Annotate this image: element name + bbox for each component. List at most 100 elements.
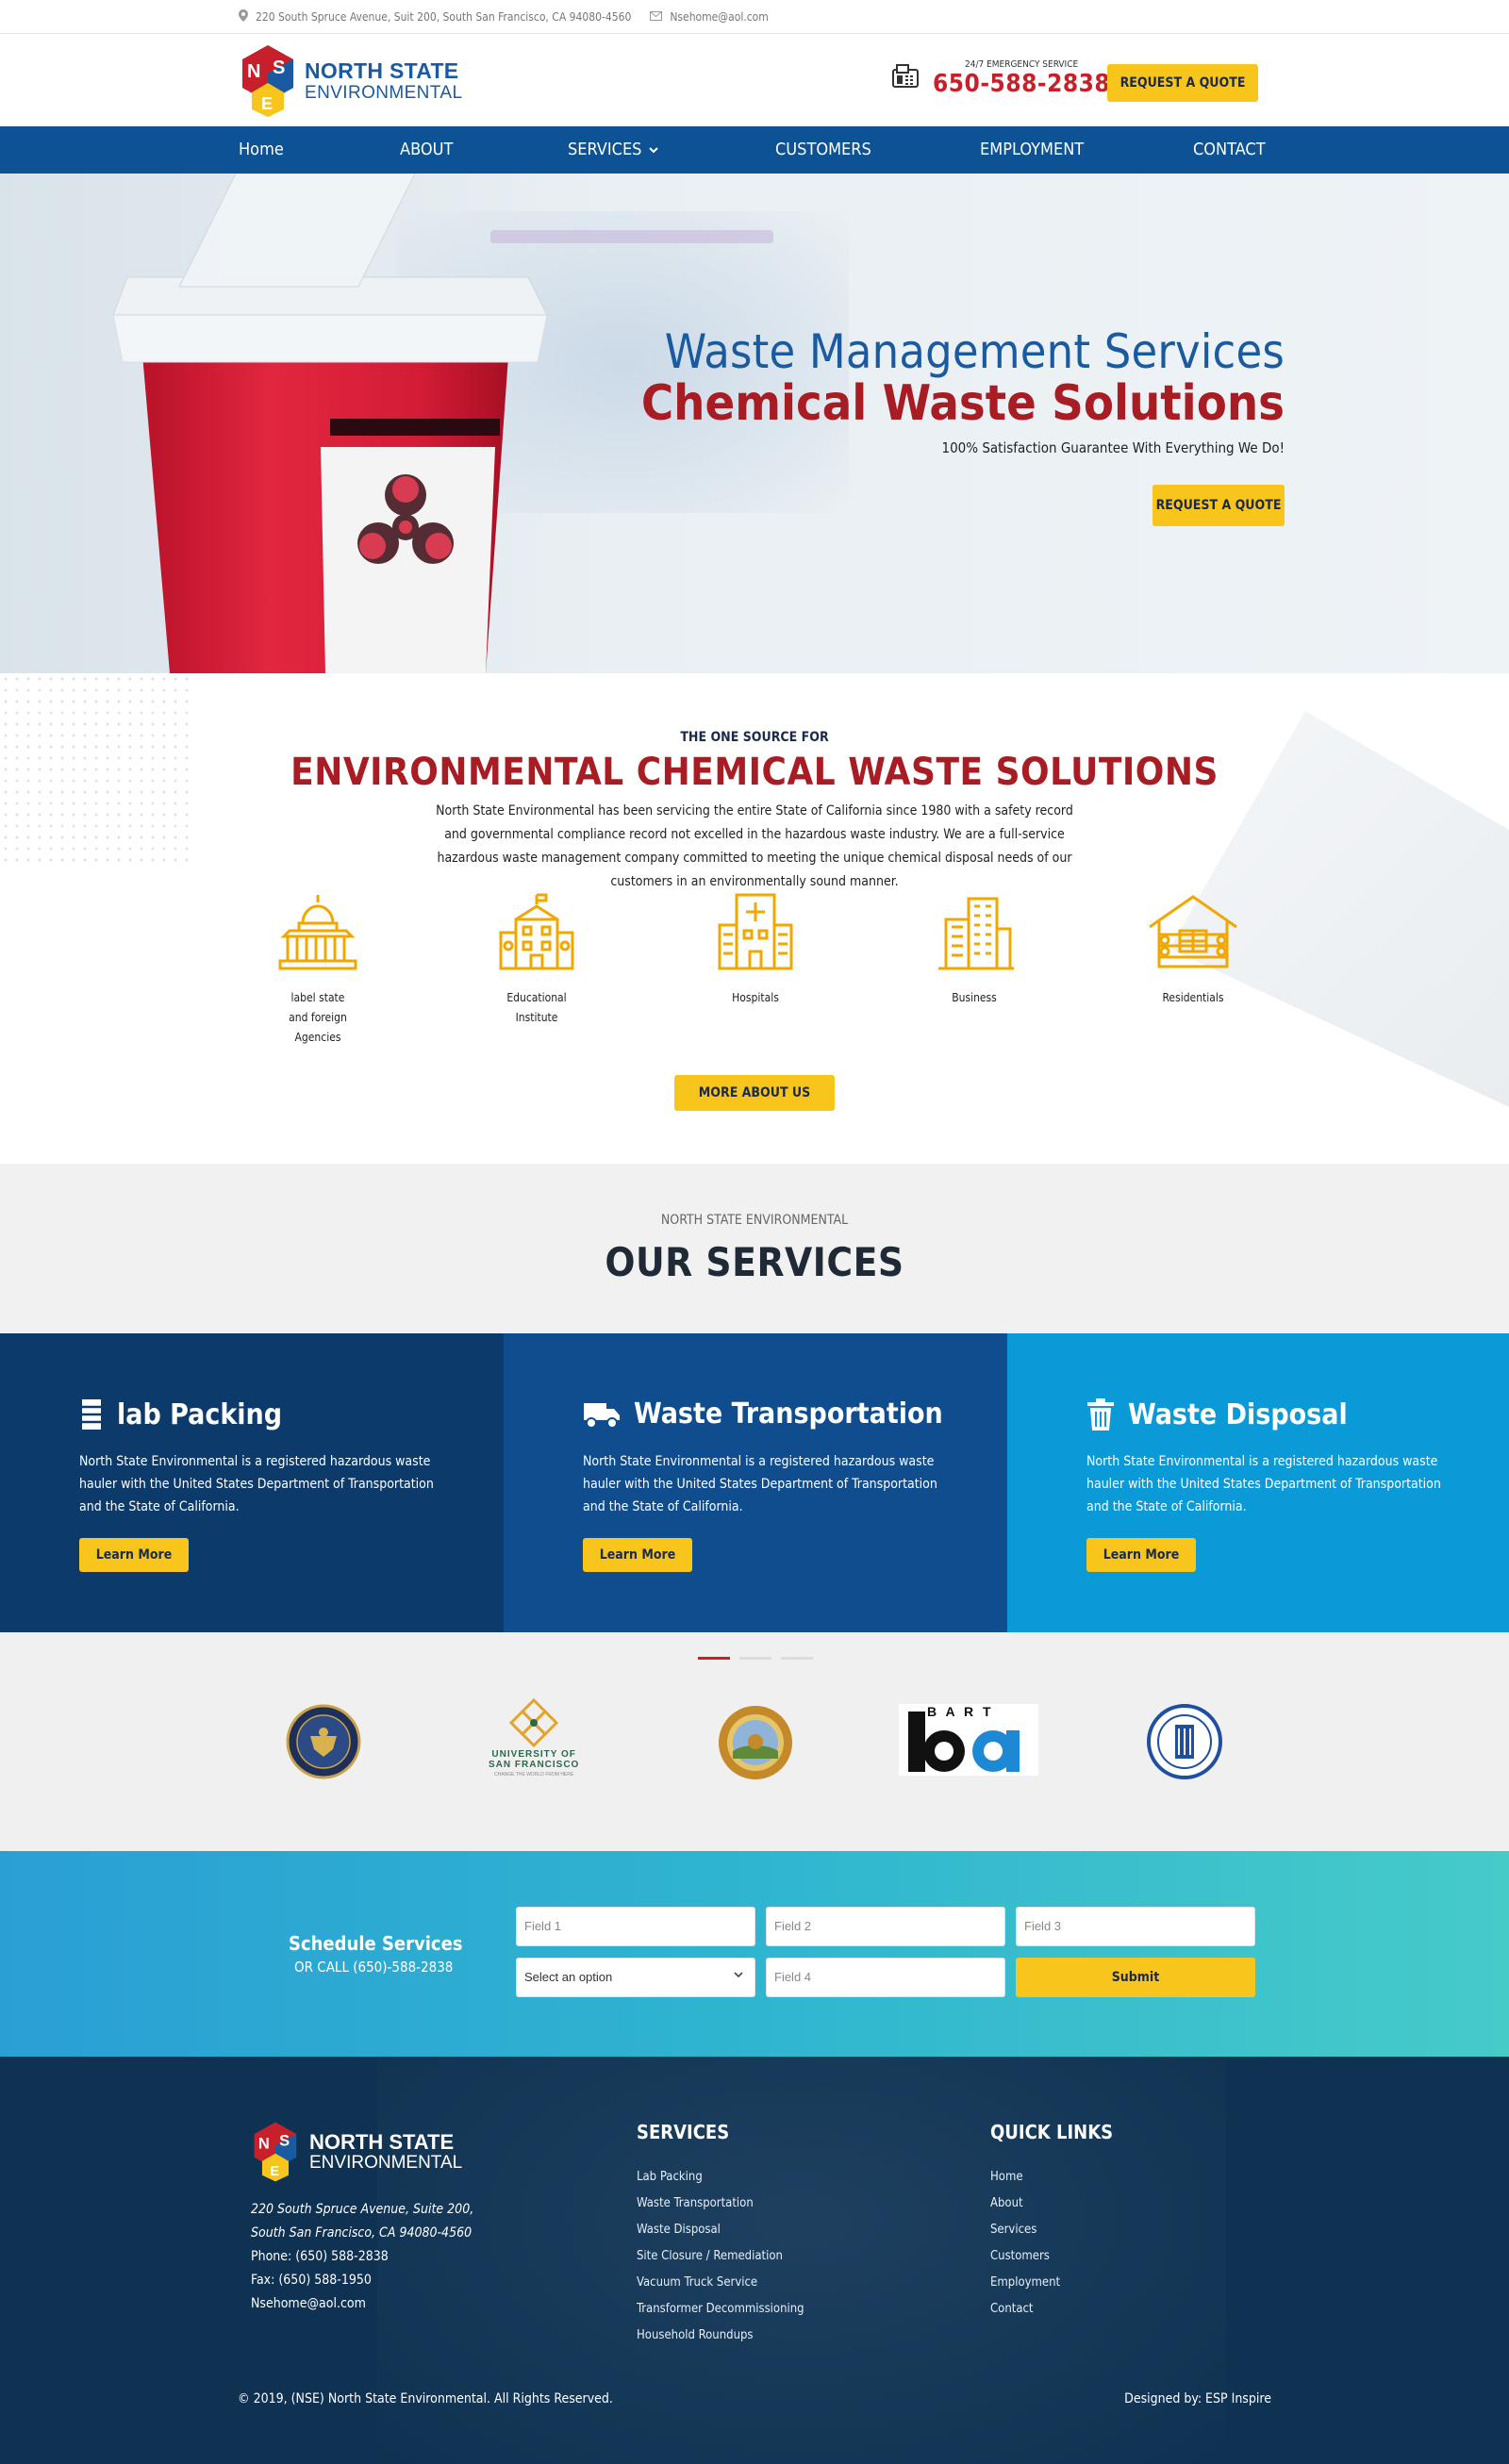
field-3-input[interactable]: Field 3	[1016, 1907, 1255, 1946]
field-4-input[interactable]: Field 4	[766, 1958, 1005, 1997]
feature-label-line: Hospitals	[732, 991, 779, 1004]
hero-text: Waste Management Services Chemical Waste…	[641, 324, 1285, 456]
capitol-icon	[252, 886, 384, 977]
learn-more-button[interactable]: Learn More	[1086, 1538, 1196, 1572]
nav-employment[interactable]: EMPLOYMENT	[980, 126, 1084, 174]
brand-name-line1: NORTH STATE	[305, 58, 459, 83]
field-1-input[interactable]: Field 1	[516, 1907, 755, 1946]
footer-services-column: SERVICES Lab Packing Waste Transportatio…	[637, 2121, 804, 2349]
footer-link[interactable]: Site Closure / Remediation	[637, 2243, 804, 2270]
learn-more-button[interactable]: Learn More	[79, 1538, 189, 1572]
footer-phone[interactable]: Phone: (650) 588-2838	[251, 2245, 473, 2269]
nav-home[interactable]: Home	[239, 126, 284, 174]
site-logo[interactable]: N S E NORTH STATE ENVIRONMENTAL	[239, 43, 462, 119]
hero-title-1: Waste Management Services	[664, 324, 1285, 379]
svg-text:N: N	[247, 61, 260, 82]
hero-request-quote-button[interactable]: REQUEST A QUOTE	[1152, 485, 1285, 526]
svg-text:S: S	[279, 2132, 290, 2149]
hero-tagline: 100% Satisfaction Guarantee With Everyth…	[941, 439, 1285, 456]
nav-contact[interactable]: CONTACT	[1193, 126, 1266, 174]
service-card-waste-disposal: Waste Disposal North State Environmental…	[1007, 1333, 1509, 1632]
usf-name-line2: SAN FRANCISCO	[489, 1760, 580, 1770]
about-section: THE ONE SOURCE FOR ENVIRONMENTAL CHEMICA…	[0, 673, 1509, 1164]
field-1-placeholder: Field 1	[524, 1919, 562, 1933]
field-2-input[interactable]: Field 2	[766, 1907, 1005, 1946]
footer-link[interactable]: Customers	[990, 2243, 1113, 2270]
emergency-phone[interactable]: 650-588-2838	[933, 70, 1110, 98]
va-seal-logo	[286, 1704, 361, 1779]
footer-links-heading: QUICK LINKS	[990, 2121, 1114, 2143]
office-building-icon	[908, 886, 1040, 977]
service-card-text: North State Environmental is a registere…	[1086, 1454, 1441, 1514]
footer-brand-line2: ENVIRONMENTAL	[309, 2153, 463, 2173]
footer-link[interactable]: Services	[990, 2217, 1113, 2243]
service-card-waste-transportation: Waste Transportation North State Environ…	[504, 1333, 1007, 1632]
about-kicker: THE ONE SOURCE FOR	[680, 730, 829, 745]
footer-link[interactable]: Household Roundups	[637, 2323, 804, 2349]
option-select[interactable]: Select an option	[516, 1958, 755, 1997]
footer-link[interactable]: Waste Transportation	[637, 2191, 804, 2217]
site-footer: N S E NORTH STATE ENVIRONMENTAL 220 Sout…	[0, 2057, 1509, 2464]
schedule-call[interactable]: OR CALL (650)-588-2838	[294, 1959, 453, 1976]
svg-text:S: S	[273, 58, 285, 78]
pager-dot[interactable]	[781, 1657, 813, 1660]
hero-banner: Waste Management Services Chemical Waste…	[0, 174, 1509, 673]
usf-tagline: CHANGE THE WORLD FROM HERE	[494, 1772, 574, 1778]
fax-phone-icon	[891, 64, 920, 93]
brand-name-line2: ENVIRONMENTAL	[305, 83, 463, 103]
designer-credit[interactable]: Designed by: ESP Inspire	[1124, 2391, 1271, 2406]
truck-icon	[584, 1402, 620, 1429]
footer-link[interactable]: About	[990, 2191, 1113, 2217]
field-4-placeholder: Field 4	[774, 1970, 812, 1984]
footer-link[interactable]: Employment	[990, 2270, 1113, 2296]
feature-education: Educational Institute	[471, 886, 603, 1028]
nav-about[interactable]: ABOUT	[400, 126, 453, 174]
feature-business: Business	[908, 886, 1040, 1008]
top-info-bar: 220 South Spruce Avenue, Suit 200, South…	[0, 0, 1509, 34]
email-item[interactable]: Nsehome@aol.com	[650, 10, 769, 24]
pager-dot[interactable]	[739, 1657, 771, 1660]
header-request-quote-button[interactable]: REQUEST A QUOTE	[1107, 64, 1258, 102]
footer-link[interactable]: Vacuum Truck Service	[637, 2270, 804, 2296]
footer-link[interactable]: Waste Disposal	[637, 2217, 804, 2243]
lacc-seal-logo	[1147, 1704, 1222, 1779]
usf-logo: UNIVERSITY OF SAN FRANCISCO CHANGE THE W…	[489, 1698, 579, 1778]
copyright-text: © 2019, (NSE) North State Environmental.…	[238, 2391, 613, 2406]
footer-link[interactable]: Contact	[990, 2296, 1113, 2323]
nav-services[interactable]: SERVICES	[568, 126, 659, 174]
service-card-text: North State Environmental is a registere…	[79, 1454, 434, 1514]
hero-title-2: Chemical Waste Solutions	[640, 375, 1285, 432]
service-card-title: Waste Disposal	[1128, 1397, 1348, 1431]
footer-link[interactable]: Home	[990, 2164, 1113, 2191]
footer-link[interactable]: Lab Packing	[637, 2164, 804, 2191]
site-header: N S E NORTH STATE ENVIRONMENTAL 24/7 EME…	[0, 34, 1509, 126]
feature-label-line: Agencies	[294, 1031, 341, 1044]
footer-address-1: 220 South Spruce Avenue, Suite 200,	[251, 2202, 474, 2217]
learn-more-button[interactable]: Learn More	[583, 1538, 692, 1572]
nav-customers[interactable]: CUSTOMERS	[775, 126, 871, 174]
carousel-pager	[698, 1657, 813, 1660]
schedule-title: Schedule Services	[289, 1932, 463, 1955]
chevron-down-icon	[649, 146, 659, 153]
footer-quick-links-column: QUICK LINKS Home About Services Customer…	[990, 2121, 1113, 2323]
nse-logo-mark-icon: N S E	[254, 2122, 297, 2182]
field-2-placeholder: Field 2	[774, 1919, 812, 1933]
more-about-us-button[interactable]: MORE ABOUT US	[674, 1075, 835, 1111]
feature-hospitals: Hospitals	[689, 886, 821, 1008]
house-icon	[1127, 886, 1259, 977]
pager-dot[interactable]	[698, 1657, 730, 1660]
footer-link[interactable]: Transformer Decommissioning	[637, 2296, 804, 2323]
usf-name-line1: UNIVERSITY OF	[491, 1749, 576, 1760]
submit-button[interactable]: Submit	[1016, 1958, 1255, 1997]
services-heading: OUR SERVICES	[605, 1239, 904, 1285]
address-item: 220 South Spruce Avenue, Suit 200, South…	[239, 9, 631, 25]
footer-email[interactable]: Nsehome@aol.com	[251, 2292, 473, 2316]
footer-services-heading: SERVICES	[637, 2121, 730, 2143]
partner-logos-carousel: UNIVERSITY OF SAN FRANCISCO CHANGE THE W…	[0, 1632, 1509, 1851]
bart-logo: B A R T ba	[899, 1704, 1038, 1776]
footer-logo[interactable]: N S E NORTH STATE ENVIRONMENTAL	[251, 2121, 462, 2183]
topbar-email[interactable]: Nsehome@aol.com	[670, 10, 768, 24]
services-kicker: NORTH STATE ENVIRONMENTAL	[660, 1213, 849, 1228]
feature-label-line: Institute	[515, 1011, 558, 1024]
svg-text:N: N	[258, 2136, 270, 2153]
